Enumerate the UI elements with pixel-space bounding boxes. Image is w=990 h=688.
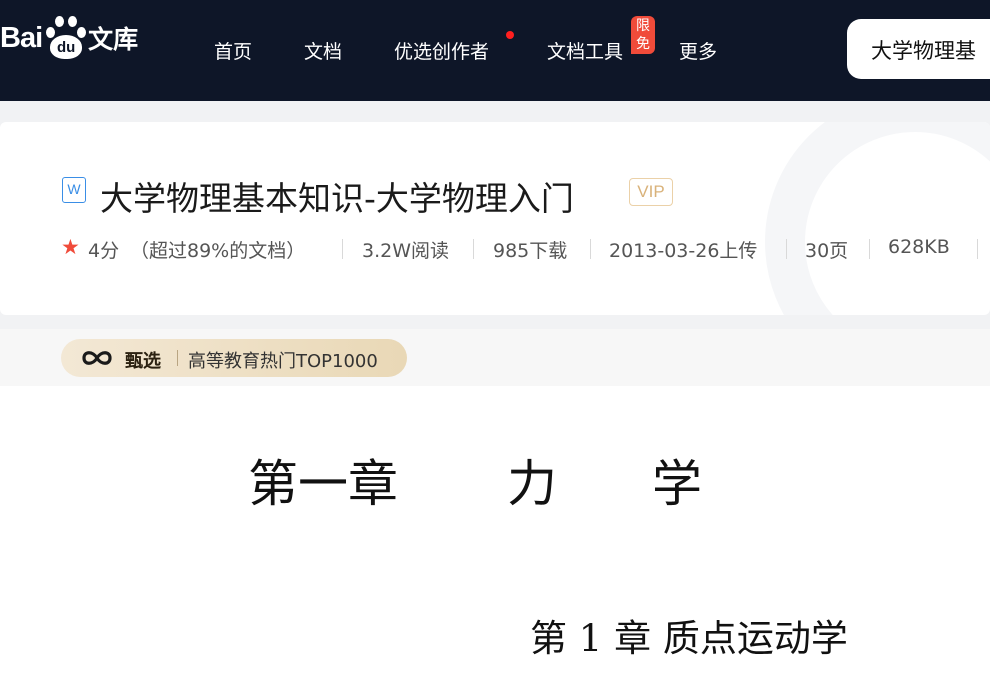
section-heading: 第 1 章 质点运动学: [530, 617, 848, 660]
nav-item-doc-tools[interactable]: 文档工具: [547, 37, 623, 64]
selection-bar: 甄选 高等教育热门TOP1000: [0, 329, 990, 386]
pill-divider: [177, 350, 178, 366]
top-navigation-bar: Bai du 文库 首页 文档 优选创作者 文档工具 限免 更多 大学物理基: [0, 0, 990, 101]
selection-tag-pill[interactable]: 甄选 高等教育热门TOP1000: [61, 339, 407, 377]
selection-tag-text: 高等教育热门TOP1000: [188, 351, 378, 372]
selection-label: 甄选: [125, 351, 161, 372]
nav-item-home[interactable]: 首页: [214, 37, 252, 64]
meta-divider: [342, 239, 343, 259]
nav-item-more[interactable]: 更多: [679, 37, 717, 64]
nav-item-featured-authors[interactable]: 优选创作者: [394, 37, 489, 64]
meta-divider: [590, 239, 591, 259]
logo-wenku-text: 文库: [88, 25, 139, 54]
word-doc-icon: W: [62, 177, 86, 203]
vip-badge: VIP: [629, 178, 673, 206]
document-title: 大学物理基本知识-大学物理入门: [100, 179, 574, 218]
chapter-title-char: 力: [507, 455, 557, 513]
nav-item-documents[interactable]: 文档: [304, 37, 342, 64]
meta-divider: [473, 239, 474, 259]
free-badge: 限免: [631, 16, 655, 54]
paw-icon: du: [44, 15, 88, 61]
baidu-wenku-logo[interactable]: Bai du 文库: [0, 14, 138, 62]
meta-divider: [786, 239, 787, 259]
file-size: 628KB: [888, 236, 950, 258]
meta-divider: [977, 239, 978, 259]
upload-date: 2013-03-26上传: [609, 240, 758, 262]
star-icon: ★: [61, 235, 80, 259]
decorative-circle: [765, 122, 990, 315]
document-page: 第一章 力 学 第 1 章 质点运动学: [0, 386, 990, 688]
chapter-number: 第一章: [248, 455, 398, 513]
search-input[interactable]: 大学物理基: [871, 35, 976, 65]
document-header-card: W 大学物理基本知识-大学物理入门 VIP ★ 4分 （超过89%的文档） 3.…: [0, 122, 990, 315]
page-count: 30页: [805, 240, 849, 262]
meta-divider: [869, 239, 870, 259]
notification-dot: [506, 31, 514, 39]
rating-note: （超过89%的文档）: [130, 240, 306, 262]
logo-bai-text: Bai: [0, 21, 43, 54]
logo-du-text: du: [50, 35, 83, 59]
chapter-title-char: 学: [652, 455, 702, 513]
download-count: 985下载: [493, 240, 568, 262]
rating-score: 4分: [88, 240, 120, 262]
search-box[interactable]: 大学物理基: [847, 19, 990, 79]
read-count: 3.2W阅读: [362, 240, 450, 262]
infinity-loop-icon: [82, 351, 112, 365]
